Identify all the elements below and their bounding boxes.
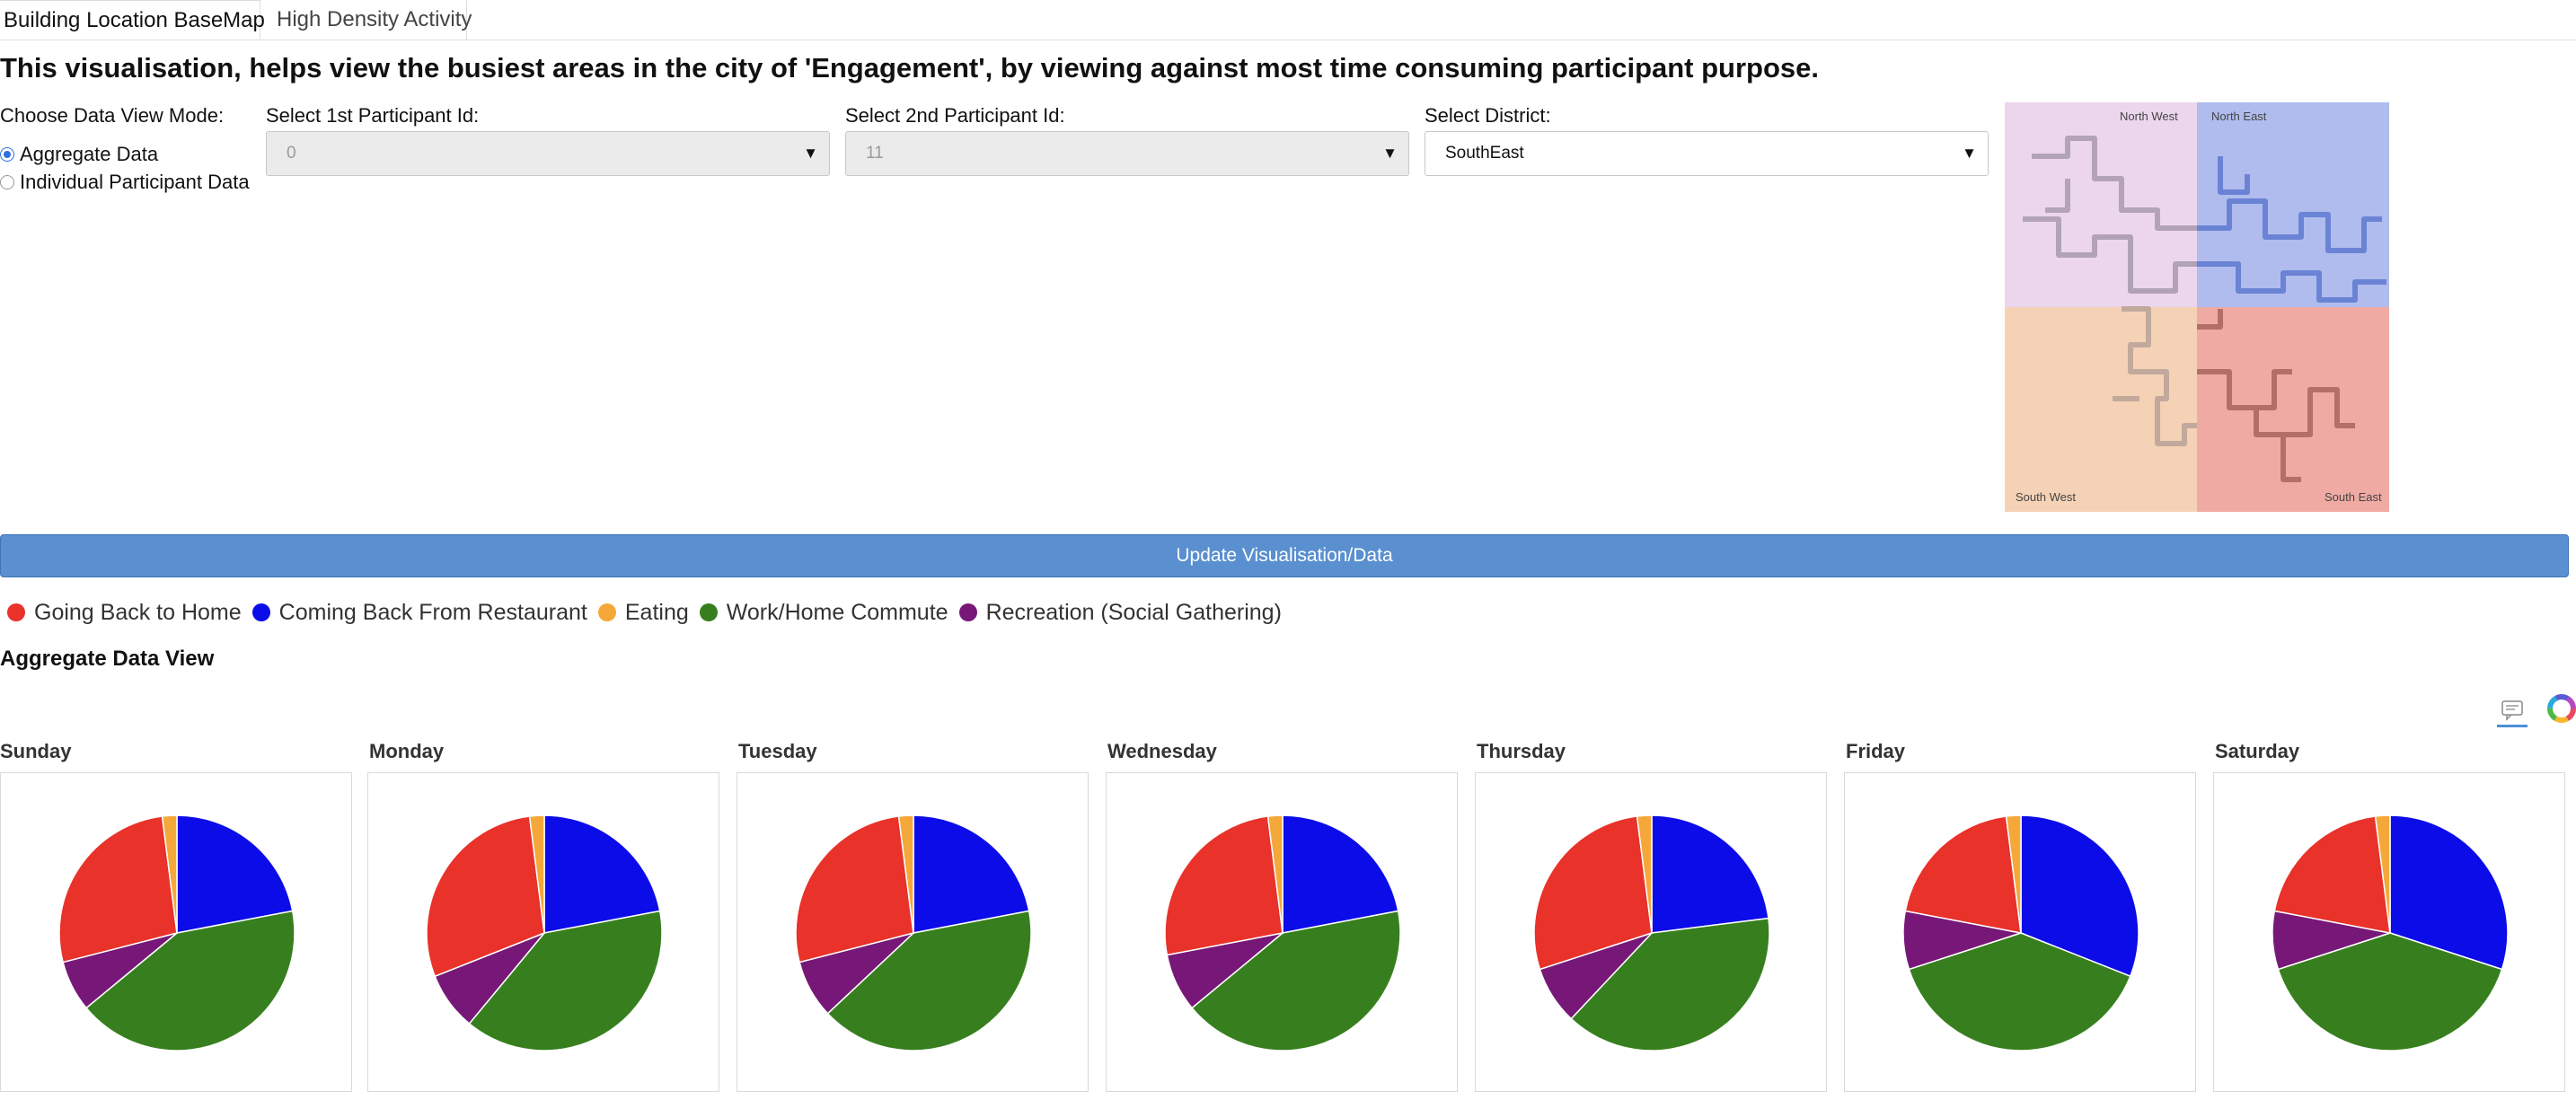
legend-item-eating: Eating xyxy=(597,599,689,626)
aggregate-data-title: Aggregate Data View xyxy=(0,647,215,671)
tab-building-location-basemap[interactable]: Building Location BaseMap xyxy=(0,0,265,40)
mode-label: Choose Data View Mode: xyxy=(0,104,225,127)
pie-svg xyxy=(2272,814,2509,1052)
pie-slice-coming-back-from-restaurant[interactable] xyxy=(1651,814,1769,934)
pie-svg xyxy=(795,814,1032,1052)
chevron-down-icon: ▼ xyxy=(1962,145,1977,162)
comment-icon[interactable] xyxy=(2497,694,2527,727)
day-label-tuesday: Tuesday xyxy=(738,740,817,762)
legend-dot xyxy=(251,603,270,621)
participant1-label: Select 1st Participant Id: xyxy=(266,104,480,127)
legend-item-recreation: Recreation (Social Gathering) xyxy=(958,599,1282,626)
day-label-thursday: Thursday xyxy=(1477,740,1566,762)
legend-item-work-home-commute: Work/Home Commute xyxy=(699,599,948,626)
legend-label: Going Back to Home xyxy=(34,599,242,625)
legend-dot xyxy=(7,603,25,621)
pie-chart-tuesday xyxy=(737,772,1089,1092)
district-value: SouthEast xyxy=(1445,144,1524,163)
district-map: North West North East South West South E… xyxy=(2005,102,2389,512)
participant1-value: 0 xyxy=(287,144,296,163)
day-label-sunday: Sunday xyxy=(0,740,72,762)
pie-chart-saturday xyxy=(2213,772,2565,1092)
day-label-saturday: Saturday xyxy=(2215,740,2300,762)
participant2-value: 11 xyxy=(866,144,884,163)
chevron-down-icon: ▼ xyxy=(1382,145,1398,162)
pie-svg xyxy=(426,814,663,1052)
legend-item-going-back-home: Going Back to Home xyxy=(7,600,242,626)
update-visualisation-button[interactable]: Update Visualisation/Data xyxy=(0,534,2569,577)
map-label-south-east: South East xyxy=(2325,490,2382,504)
legend-label: Recreation (Social Gathering) xyxy=(985,599,1282,625)
day-label-friday: Friday xyxy=(1846,740,1906,762)
participant1-select[interactable]: 0 ▼ xyxy=(266,131,830,176)
radio-button-selected[interactable] xyxy=(0,147,14,162)
tab-bar: Building Location BaseMap High Density A… xyxy=(0,0,2576,40)
page-heading: This visualisation, helps view the busie… xyxy=(0,52,1820,84)
color-wheel-logo-icon[interactable] xyxy=(2545,691,2576,726)
district-label: Select District: xyxy=(1425,104,1551,127)
pie-chart-friday xyxy=(1844,772,2196,1092)
day-label-wednesday: Wednesday xyxy=(1107,740,1217,762)
legend-label: Coming Back From Restaurant xyxy=(278,599,587,625)
legend-label: Eating xyxy=(624,599,689,625)
legend-item-coming-back-restaurant: Coming Back From Restaurant xyxy=(251,599,587,626)
map-label-south-west: South West xyxy=(2016,490,2076,504)
participant2-select[interactable]: 11 ▼ xyxy=(845,131,1409,176)
pie-chart-wednesday xyxy=(1106,772,1458,1092)
pie-slice-going-back-to-home[interactable] xyxy=(1164,815,1284,956)
pie-chart-monday xyxy=(367,772,719,1092)
legend-dot xyxy=(597,603,616,621)
day-label-monday: Monday xyxy=(369,740,445,762)
legend-dot xyxy=(699,603,718,621)
pie-chart-thursday xyxy=(1475,772,1827,1092)
legend-dot xyxy=(958,603,977,621)
participant2-label: Select 2nd Participant Id: xyxy=(845,104,1065,127)
district-map-graphic: North West North East South West South E… xyxy=(2005,102,2389,512)
chart-legend: Going Back to Home Coming Back From Rest… xyxy=(7,598,1292,627)
pie-svg xyxy=(58,814,296,1052)
radio-label-aggregate: Aggregate Data xyxy=(20,143,159,165)
pie-svg xyxy=(1533,814,1770,1052)
chevron-down-icon: ▼ xyxy=(803,145,818,162)
radio-aggregate-data[interactable]: Aggregate Data xyxy=(0,143,158,166)
legend-label: Work/Home Commute xyxy=(726,599,948,625)
radio-label-individual: Individual Participant Data xyxy=(20,171,250,193)
pie-chart-sunday xyxy=(0,772,352,1092)
pie-svg xyxy=(1902,814,2139,1052)
tab-high-density-activity[interactable]: High Density Activity xyxy=(260,0,472,40)
radio-individual-participant-data[interactable]: Individual Participant Data xyxy=(0,171,250,194)
radio-button[interactable] xyxy=(0,175,14,189)
map-label-north-west: North West xyxy=(2120,110,2178,123)
pie-svg xyxy=(1164,814,1401,1052)
district-select[interactable]: SouthEast ▼ xyxy=(1425,131,1989,176)
map-label-north-east: North East xyxy=(2211,110,2267,123)
